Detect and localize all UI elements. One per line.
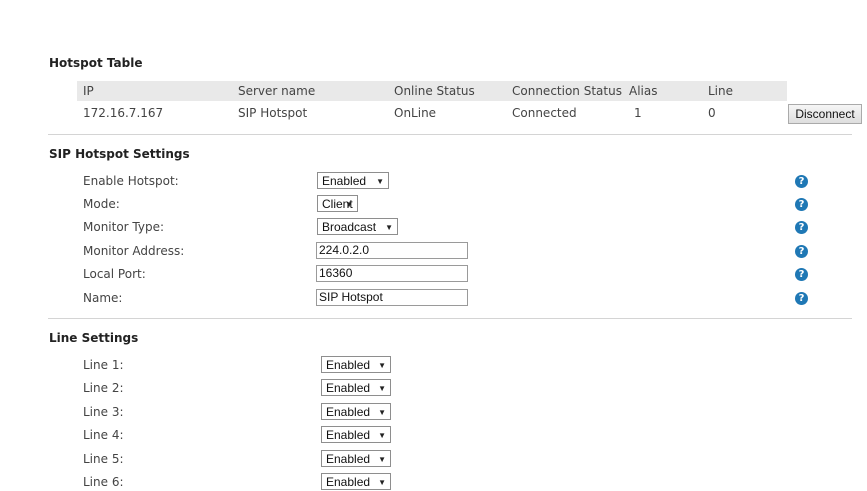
line-2-label: Line 2: — [83, 381, 124, 395]
mode-label: Mode: — [83, 197, 120, 211]
line-5-label: Line 5: — [83, 452, 124, 466]
help-icon[interactable]: ? — [795, 198, 808, 211]
line-6-select[interactable]: Enabled ▼ — [321, 473, 391, 490]
enable-hotspot-value: Enabled — [322, 174, 367, 188]
monitor-address-input[interactable]: 224.0.2.0 — [316, 242, 468, 259]
chevron-down-icon: ▼ — [378, 431, 386, 440]
line-6-label: Line 6: — [83, 475, 124, 489]
line-4-label: Line 4: — [83, 428, 124, 442]
chevron-down-icon: ▼ — [378, 384, 386, 393]
disconnect-button[interactable]: Disconnect — [788, 104, 862, 124]
cell-server-name: SIP Hotspot — [238, 106, 308, 120]
monitor-type-value: Broadcast — [322, 220, 377, 234]
help-icon[interactable]: ? — [795, 268, 808, 281]
cell-alias: 1 — [634, 106, 642, 120]
line-4-select[interactable]: Enabled ▼ — [321, 426, 391, 443]
column-header-line: Line — [708, 84, 734, 98]
cell-ip: 172.16.7.167 — [83, 106, 164, 120]
line-5-select[interactable]: Enabled ▼ — [321, 450, 391, 467]
sip-hotspot-settings-title: SIP Hotspot Settings — [49, 147, 190, 161]
page: Hotspot Table IP Server name Online Stat… — [0, 0, 867, 490]
line-6-value: Enabled — [326, 475, 371, 489]
local-port-label: Local Port: — [83, 267, 146, 281]
chevron-down-icon: ▼ — [385, 223, 393, 232]
cell-connection-status: Connected — [512, 106, 577, 120]
chevron-down-icon: ▼ — [376, 177, 384, 186]
name-input[interactable]: SIP Hotspot — [316, 289, 468, 306]
column-header-alias: Alias — [629, 84, 658, 98]
monitor-type-select[interactable]: Broadcast ▼ — [317, 218, 398, 235]
chevron-down-icon: ▼ — [378, 408, 386, 417]
line-2-select[interactable]: Enabled ▼ — [321, 379, 391, 396]
cell-online-status: OnLine — [394, 106, 437, 120]
line-3-label: Line 3: — [83, 405, 124, 419]
monitor-address-label: Monitor Address: — [83, 244, 185, 258]
line-3-value: Enabled — [326, 405, 371, 419]
line-settings-title: Line Settings — [49, 331, 139, 345]
section-divider — [48, 318, 852, 319]
line-5-value: Enabled — [326, 452, 371, 466]
column-header-connection-status: Connection Status — [512, 84, 622, 98]
line-4-value: Enabled — [326, 428, 371, 442]
column-header-ip: IP — [83, 84, 94, 98]
chevron-down-icon: ▼ — [378, 455, 386, 464]
monitor-type-label: Monitor Type: — [83, 220, 165, 234]
enable-hotspot-select[interactable]: Enabled ▼ — [317, 172, 389, 189]
chevron-down-icon: ▼ — [378, 361, 386, 370]
table-row: 172.16.7.167 SIP Hotspot OnLine Connecte… — [77, 103, 864, 125]
line-3-select[interactable]: Enabled ▼ — [321, 403, 391, 420]
line-1-value: Enabled — [326, 358, 371, 372]
help-icon[interactable]: ? — [795, 175, 808, 188]
local-port-input[interactable]: 16360 — [316, 265, 468, 282]
section-divider — [48, 134, 852, 135]
column-header-online-status: Online Status — [394, 84, 475, 98]
line-2-value: Enabled — [326, 381, 371, 395]
line-1-label: Line 1: — [83, 358, 124, 372]
cell-line: 0 — [708, 106, 716, 120]
enable-hotspot-label: Enable Hotspot: — [83, 174, 179, 188]
chevron-down-icon: ▼ — [378, 478, 386, 487]
help-icon[interactable]: ? — [795, 221, 808, 234]
column-header-server-name: Server name — [238, 84, 316, 98]
hotspot-table-header: IP Server name Online Status Connection … — [77, 81, 787, 101]
chevron-down-icon: ▼ — [345, 200, 353, 209]
help-icon[interactable]: ? — [795, 245, 808, 258]
mode-select[interactable]: Client ▼ — [317, 195, 358, 212]
help-icon[interactable]: ? — [795, 292, 808, 305]
name-label: Name: — [83, 291, 123, 305]
line-1-select[interactable]: Enabled ▼ — [321, 356, 391, 373]
hotspot-table-title: Hotspot Table — [49, 56, 143, 70]
